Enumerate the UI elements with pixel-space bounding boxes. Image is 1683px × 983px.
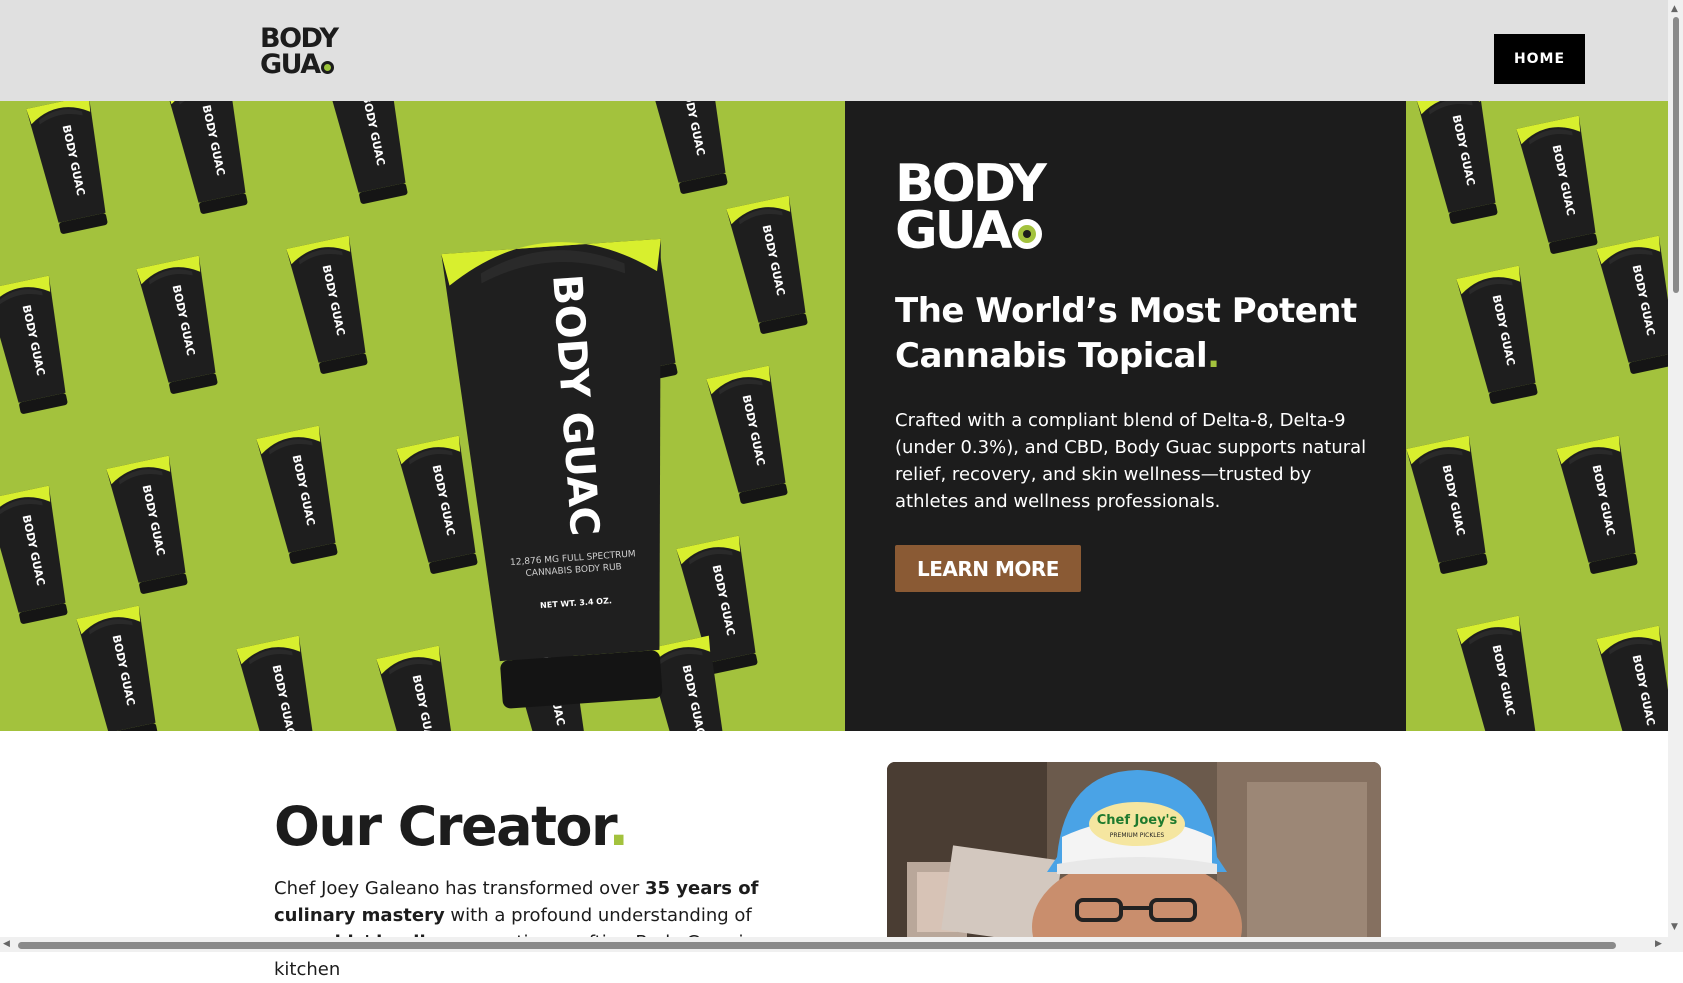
creator-heading: Our Creator. (274, 795, 629, 859)
hero-info-panel: BODY GUA The World’s Most Potent Cannabi… (845, 101, 1406, 731)
tube-grid (0, 101, 1668, 731)
avocado-pit-icon (1011, 219, 1042, 249)
horizontal-scroll-thumb[interactable] (18, 942, 1616, 949)
featured-product-tube: BODY GUAC 12,876 MG FULL SPECTRUM CANNAB… (441, 238, 663, 709)
chef-portrait: Chef Joey's PREMIUM PICKLES (887, 762, 1381, 937)
creator-heading-dot: . (608, 795, 629, 858)
vertical-scrollbar[interactable]: ▲ ▼ (1668, 0, 1683, 952)
hero-description: Crafted with a compliant blend of Delta-… (895, 410, 1367, 512)
scroll-down-arrow-icon[interactable]: ▼ (1671, 922, 1678, 932)
hero-title-dot: . (1207, 336, 1220, 376)
creator-text-2: with a profound understanding of (444, 905, 752, 926)
scroll-up-arrow-icon[interactable]: ▲ (1671, 4, 1678, 14)
hero-title-text: The World’s Most Potent Cannabis Topical (895, 291, 1357, 376)
brand-logo[interactable]: BODY GUA (260, 25, 339, 80)
hat-text-2: PREMIUM PICKLES (1110, 832, 1165, 839)
home-nav-button[interactable]: HOME (1494, 34, 1585, 84)
avocado-pit-icon (320, 61, 334, 74)
creator-photo: Chef Joey's PREMIUM PICKLES (887, 762, 1381, 937)
hero-logo-line-2: GUA (895, 201, 1013, 261)
site-header: BODY GUA HOME (0, 0, 1668, 101)
hero-section: BODY GUAC (0, 101, 1668, 731)
horizontal-scrollbar[interactable]: ◀ ▶ (0, 937, 1668, 952)
creator-paragraph: Chef Joey Galeano has transformed over 3… (274, 875, 834, 983)
scroll-left-arrow-icon[interactable]: ◀ (3, 939, 10, 949)
hat-text-1: Chef Joey's (1097, 813, 1178, 828)
learn-more-button[interactable]: LEARN MORE (895, 545, 1081, 592)
vertical-scroll-thumb[interactable] (1673, 17, 1679, 293)
scroll-right-arrow-icon[interactable]: ▶ (1655, 939, 1662, 949)
product-tube-pattern: BODY GUAC (0, 101, 1668, 731)
hero-logo: BODY GUA (895, 158, 1047, 257)
hero-title: The World’s Most Potent Cannabis Topical… (895, 289, 1365, 379)
creator-text-1: Chef Joey Galeano has transformed over (274, 878, 645, 899)
logo-line-2: GUA (260, 49, 321, 80)
creator-heading-text: Our Creator (274, 795, 610, 858)
